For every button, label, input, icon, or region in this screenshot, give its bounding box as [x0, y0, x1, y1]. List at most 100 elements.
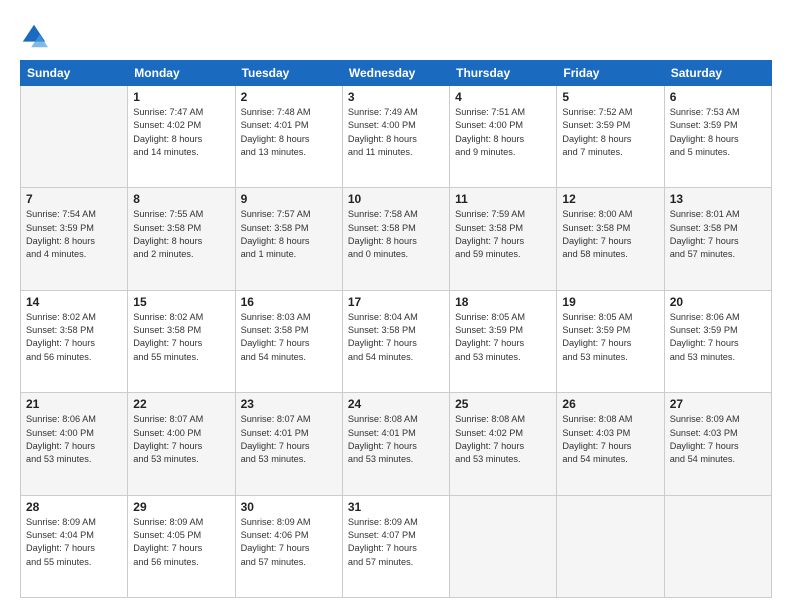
day-cell: 4 Sunrise: 7:51 AM Sunset: 4:00 PM Daylig…	[450, 86, 557, 188]
day-cell	[21, 86, 128, 188]
day-cell: 7Sunrise: 7:54 AM Sunset: 3:59 PM Daylig…	[21, 188, 128, 290]
day-number: 31	[348, 500, 444, 514]
day-info: Sunrise: 8:09 AM Sunset: 4:06 PM Dayligh…	[241, 516, 337, 569]
day-number: 18	[455, 295, 551, 309]
day-cell: 8Sunrise: 7:55 AM Sunset: 3:58 PM Daylig…	[128, 188, 235, 290]
day-number: 17	[348, 295, 444, 309]
day-info: Sunrise: 8:09 AM Sunset: 4:05 PM Dayligh…	[133, 516, 229, 569]
header	[20, 18, 772, 50]
day-cell: 26 Sunrise: 8:08 AM Sunset: 4:03 PM Dayli…	[557, 393, 664, 495]
day-number: 29	[133, 500, 229, 514]
day-info: Sunrise: 8:04 AM Sunset: 3:58 PM Dayligh…	[348, 311, 444, 364]
day-cell: 9Sunrise: 7:57 AM Sunset: 3:58 PM Daylig…	[235, 188, 342, 290]
day-number: 15	[133, 295, 229, 309]
day-cell	[664, 495, 771, 597]
calendar-header: SundayMondayTuesdayWednesdayThursdayFrid…	[21, 61, 772, 86]
day-cell: 11 Sunrise: 7:59 AM Sunset: 3:58 PM Dayli…	[450, 188, 557, 290]
day-number: 24	[348, 397, 444, 411]
day-number: 2	[241, 90, 337, 104]
day-number: 19	[562, 295, 658, 309]
day-info: Sunrise: 7:58 AM Sunset: 3:58 PM Dayligh…	[348, 208, 444, 261]
day-number: 25	[455, 397, 551, 411]
day-number: 4	[455, 90, 551, 104]
day-number: 21	[26, 397, 122, 411]
day-info: Sunrise: 7:53 AM Sunset: 3:59 PM Dayligh…	[670, 106, 766, 159]
day-info: Sunrise: 8:08 AM Sunset: 4:03 PM Dayligh…	[562, 413, 658, 466]
day-number: 5	[562, 90, 658, 104]
day-info: Sunrise: 8:02 AM Sunset: 3:58 PM Dayligh…	[26, 311, 122, 364]
day-number: 13	[670, 192, 766, 206]
day-number: 23	[241, 397, 337, 411]
day-cell: 25 Sunrise: 8:08 AM Sunset: 4:02 PM Dayli…	[450, 393, 557, 495]
day-header-tuesday: Tuesday	[235, 61, 342, 86]
calendar-body: 1Sunrise: 7:47 AM Sunset: 4:02 PM Daylig…	[21, 86, 772, 598]
logo-icon	[20, 22, 48, 50]
day-info: Sunrise: 8:06 AM Sunset: 4:00 PM Dayligh…	[26, 413, 122, 466]
day-cell: 22 Sunrise: 8:07 AM Sunset: 4:00 PM Dayli…	[128, 393, 235, 495]
day-cell: 29 Sunrise: 8:09 AM Sunset: 4:05 PM Dayli…	[128, 495, 235, 597]
day-info: Sunrise: 7:59 AM Sunset: 3:58 PM Dayligh…	[455, 208, 551, 261]
day-number: 3	[348, 90, 444, 104]
day-info: Sunrise: 8:01 AM Sunset: 3:58 PM Dayligh…	[670, 208, 766, 261]
week-row-3: 14 Sunrise: 8:02 AM Sunset: 3:58 PM Dayli…	[21, 290, 772, 392]
day-info: Sunrise: 8:00 AM Sunset: 3:58 PM Dayligh…	[562, 208, 658, 261]
day-info: Sunrise: 7:52 AM Sunset: 3:59 PM Dayligh…	[562, 106, 658, 159]
day-header-friday: Friday	[557, 61, 664, 86]
day-info: Sunrise: 7:47 AM Sunset: 4:02 PM Dayligh…	[133, 106, 229, 159]
day-number: 14	[26, 295, 122, 309]
week-row-2: 7Sunrise: 7:54 AM Sunset: 3:59 PM Daylig…	[21, 188, 772, 290]
day-info: Sunrise: 8:07 AM Sunset: 4:00 PM Dayligh…	[133, 413, 229, 466]
day-number: 7	[26, 192, 122, 206]
calendar-table: SundayMondayTuesdayWednesdayThursdayFrid…	[20, 60, 772, 598]
day-info: Sunrise: 7:48 AM Sunset: 4:01 PM Dayligh…	[241, 106, 337, 159]
days-row: SundayMondayTuesdayWednesdayThursdayFrid…	[21, 61, 772, 86]
week-row-4: 21 Sunrise: 8:06 AM Sunset: 4:00 PM Dayli…	[21, 393, 772, 495]
day-cell: 12 Sunrise: 8:00 AM Sunset: 3:58 PM Dayli…	[557, 188, 664, 290]
day-cell: 20Sunrise: 8:06 AM Sunset: 3:59 PM Dayli…	[664, 290, 771, 392]
day-cell	[557, 495, 664, 597]
day-cell: 1Sunrise: 7:47 AM Sunset: 4:02 PM Daylig…	[128, 86, 235, 188]
day-cell: 13 Sunrise: 8:01 AM Sunset: 3:58 PM Dayli…	[664, 188, 771, 290]
day-header-wednesday: Wednesday	[342, 61, 449, 86]
day-number: 27	[670, 397, 766, 411]
week-row-5: 28Sunrise: 8:09 AM Sunset: 4:04 PM Dayli…	[21, 495, 772, 597]
day-info: Sunrise: 7:51 AM Sunset: 4:00 PM Dayligh…	[455, 106, 551, 159]
page: SundayMondayTuesdayWednesdayThursdayFrid…	[0, 0, 792, 612]
week-row-1: 1Sunrise: 7:47 AM Sunset: 4:02 PM Daylig…	[21, 86, 772, 188]
day-info: Sunrise: 8:06 AM Sunset: 3:59 PM Dayligh…	[670, 311, 766, 364]
day-cell: 31Sunrise: 8:09 AM Sunset: 4:07 PM Dayli…	[342, 495, 449, 597]
day-cell	[450, 495, 557, 597]
day-info: Sunrise: 7:55 AM Sunset: 3:58 PM Dayligh…	[133, 208, 229, 261]
day-cell: 3 Sunrise: 7:49 AM Sunset: 4:00 PM Daylig…	[342, 86, 449, 188]
day-cell: 14 Sunrise: 8:02 AM Sunset: 3:58 PM Dayli…	[21, 290, 128, 392]
day-cell: 30 Sunrise: 8:09 AM Sunset: 4:06 PM Dayli…	[235, 495, 342, 597]
day-header-thursday: Thursday	[450, 61, 557, 86]
day-cell: 19 Sunrise: 8:05 AM Sunset: 3:59 PM Dayli…	[557, 290, 664, 392]
day-cell: 2 Sunrise: 7:48 AM Sunset: 4:01 PM Daylig…	[235, 86, 342, 188]
day-cell: 5 Sunrise: 7:52 AM Sunset: 3:59 PM Daylig…	[557, 86, 664, 188]
day-number: 11	[455, 192, 551, 206]
day-info: Sunrise: 8:05 AM Sunset: 3:59 PM Dayligh…	[562, 311, 658, 364]
day-cell: 21 Sunrise: 8:06 AM Sunset: 4:00 PM Dayli…	[21, 393, 128, 495]
day-header-saturday: Saturday	[664, 61, 771, 86]
day-cell: 10 Sunrise: 7:58 AM Sunset: 3:58 PM Dayli…	[342, 188, 449, 290]
day-cell: 16Sunrise: 8:03 AM Sunset: 3:58 PM Dayli…	[235, 290, 342, 392]
day-info: Sunrise: 7:49 AM Sunset: 4:00 PM Dayligh…	[348, 106, 444, 159]
day-number: 10	[348, 192, 444, 206]
day-info: Sunrise: 8:08 AM Sunset: 4:01 PM Dayligh…	[348, 413, 444, 466]
day-info: Sunrise: 8:02 AM Sunset: 3:58 PM Dayligh…	[133, 311, 229, 364]
day-number: 12	[562, 192, 658, 206]
day-cell: 23Sunrise: 8:07 AM Sunset: 4:01 PM Dayli…	[235, 393, 342, 495]
day-info: Sunrise: 8:09 AM Sunset: 4:04 PM Dayligh…	[26, 516, 122, 569]
day-info: Sunrise: 8:05 AM Sunset: 3:59 PM Dayligh…	[455, 311, 551, 364]
day-number: 22	[133, 397, 229, 411]
day-number: 26	[562, 397, 658, 411]
day-cell: 18 Sunrise: 8:05 AM Sunset: 3:59 PM Dayli…	[450, 290, 557, 392]
day-header-monday: Monday	[128, 61, 235, 86]
day-number: 30	[241, 500, 337, 514]
day-cell: 24 Sunrise: 8:08 AM Sunset: 4:01 PM Dayli…	[342, 393, 449, 495]
day-info: Sunrise: 7:57 AM Sunset: 3:58 PM Dayligh…	[241, 208, 337, 261]
day-cell: 6Sunrise: 7:53 AM Sunset: 3:59 PM Daylig…	[664, 86, 771, 188]
day-number: 16	[241, 295, 337, 309]
day-info: Sunrise: 8:08 AM Sunset: 4:02 PM Dayligh…	[455, 413, 551, 466]
